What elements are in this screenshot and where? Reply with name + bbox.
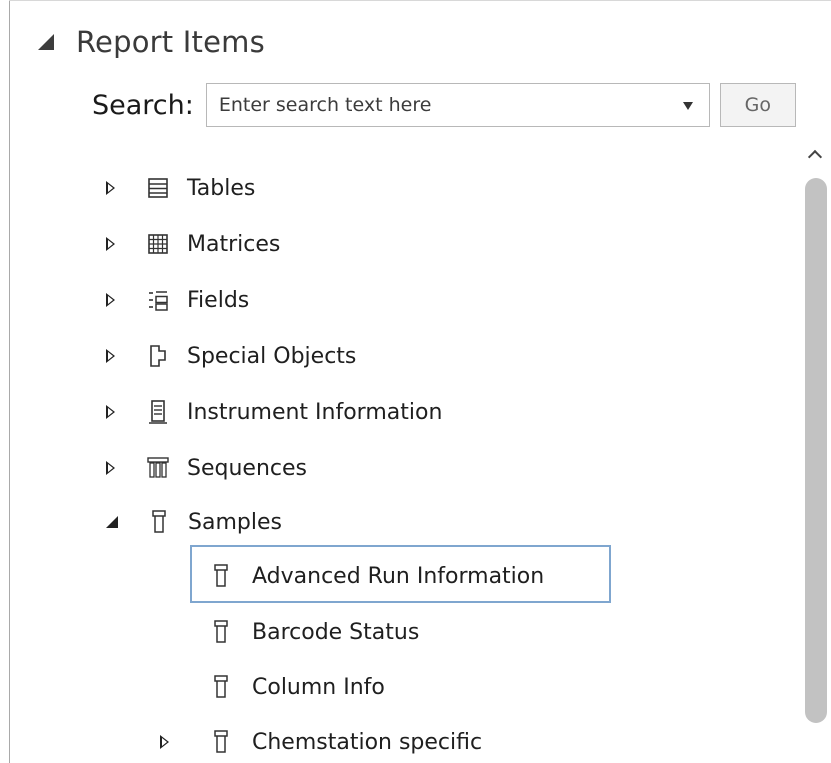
expand-arrow-icon[interactable] <box>106 461 115 475</box>
expand-arrow-icon[interactable] <box>106 237 115 251</box>
table-icon <box>148 178 168 198</box>
panel-left-border <box>9 0 10 763</box>
tree-item-tables[interactable]: Tables <box>106 168 255 208</box>
tree-item-fields[interactable]: Fields <box>106 280 249 320</box>
panel-top-border <box>9 0 831 1</box>
search-label: Search: <box>92 89 194 121</box>
search-input[interactable] <box>206 93 661 117</box>
tree-item-label: Fields <box>187 287 250 313</box>
tree-item-sequences[interactable]: Sequences <box>106 448 307 488</box>
search-combobox[interactable] <box>205 83 710 127</box>
tree-item-samples[interactable]: Samples <box>106 502 282 542</box>
search-row: Search: Go <box>92 82 796 128</box>
tree-item-label: Samples <box>188 509 282 535</box>
tree-item-label: Sequences <box>187 455 307 481</box>
tree-item-label: Matrices <box>187 231 281 257</box>
go-button[interactable]: Go <box>719 83 796 127</box>
fields-icon <box>149 291 168 311</box>
section-title: Report Items <box>76 25 265 59</box>
tree-item-instrument-information[interactable]: Instrument Information <box>106 392 442 432</box>
sample-vial-icon <box>214 730 228 753</box>
tree-item-matrices[interactable]: Matrices <box>106 224 280 264</box>
tree-item-label: Column Info <box>252 674 385 700</box>
tree-item-special-objects[interactable]: Special Objects <box>106 336 356 376</box>
sample-vial-icon <box>152 510 166 533</box>
report-items-header[interactable]: Report Items <box>38 18 265 66</box>
tree-item-label: Instrument Information <box>187 399 443 425</box>
tree-item-advanced-run-information[interactable]: Advanced Run Information <box>210 556 544 596</box>
scrollbar-thumb[interactable] <box>805 178 827 723</box>
special-object-icon <box>150 345 166 367</box>
tree-item-label: Chemstation specific <box>252 729 483 755</box>
tree-item-chemstation-specific[interactable]: Chemstation specific <box>160 722 482 762</box>
expand-arrow-icon[interactable] <box>106 349 115 363</box>
sample-vial-icon <box>214 620 228 643</box>
collapse-arrow-icon[interactable] <box>38 34 54 50</box>
sequences-icon <box>147 457 169 478</box>
collapse-arrow-icon[interactable] <box>106 516 118 528</box>
tree-item-column-info[interactable]: Column Info <box>210 667 385 707</box>
tree-item-label: Special Objects <box>187 343 357 369</box>
expand-arrow-icon[interactable] <box>160 735 169 749</box>
scroll-up-icon[interactable] <box>807 149 823 165</box>
sample-vial-icon <box>214 675 228 698</box>
tree-item-label: Tables <box>187 175 256 201</box>
tree-item-label: Barcode Status <box>252 619 420 645</box>
tree-item-barcode-status[interactable]: Barcode Status <box>210 612 419 652</box>
matrix-grid-icon <box>148 234 168 254</box>
tree-item-label: Advanced Run Information <box>252 563 545 589</box>
instrument-icon <box>149 400 167 424</box>
dropdown-arrow-icon[interactable] <box>682 102 693 110</box>
expand-arrow-icon[interactable] <box>106 181 115 195</box>
expand-arrow-icon[interactable] <box>106 293 115 307</box>
sample-vial-icon <box>214 564 228 587</box>
expand-arrow-icon[interactable] <box>106 405 115 419</box>
